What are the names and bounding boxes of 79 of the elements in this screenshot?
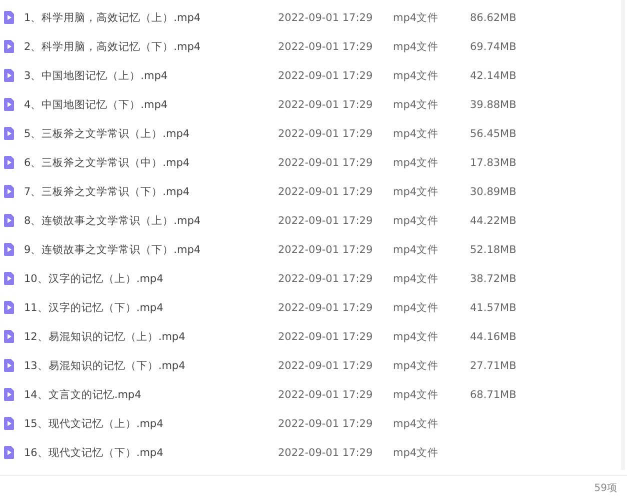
item-count: 59项 — [594, 482, 617, 495]
modified-date: 2022-09-01 17:29 — [278, 330, 374, 342]
file-type: mp4文件 — [393, 156, 440, 170]
video-file-icon — [4, 446, 14, 459]
modified-date: 2022-09-01 17:29 — [278, 302, 374, 314]
file-type: mp4文件 — [393, 358, 440, 372]
modified-date: 2022-09-01 17:29 — [278, 418, 374, 430]
file-size: 42.14MB — [470, 70, 516, 82]
video-file-icon — [4, 69, 14, 82]
file-size: 69.74MB — [470, 40, 516, 52]
file-size: 39.88MB — [470, 98, 516, 110]
file-type: mp4文件 — [393, 300, 440, 314]
file-size: 68.71MB — [470, 388, 516, 400]
modified-date: 2022-09-01 17:29 — [278, 214, 374, 226]
video-file-icon — [4, 185, 14, 198]
file-type: mp4文件 — [393, 272, 440, 286]
video-file-icon — [4, 359, 14, 372]
video-file-icon — [4, 417, 14, 430]
modified-date: 2022-09-01 17:29 — [278, 128, 374, 140]
file-name[interactable]: 16、现代文记忆（下）.mp4 — [24, 446, 278, 460]
modified-date: 2022-09-01 17:29 — [278, 186, 374, 198]
file-size: 30.89MB — [470, 186, 516, 198]
modified-date: 2022-09-01 17:29 — [278, 388, 374, 400]
file-type: mp4文件 — [393, 68, 440, 82]
file-type: mp4文件 — [393, 214, 440, 228]
video-file-icon — [4, 98, 14, 111]
modified-date: 2022-09-01 17:29 — [278, 360, 374, 372]
file-name[interactable]: 13、易混知识的记忆（下）.mp4 — [24, 358, 278, 372]
file-size: 41.57MB — [470, 302, 516, 314]
modified-date: 2022-09-01 17:29 — [278, 40, 374, 52]
video-file-icon — [4, 40, 14, 53]
file-name[interactable]: 3、中国地图记忆（上）.mp4 — [24, 68, 278, 82]
video-file-icon — [4, 388, 14, 401]
video-file-icon — [4, 214, 14, 227]
video-file-icon — [4, 127, 14, 140]
file-type: mp4文件 — [393, 388, 440, 402]
video-file-icon — [4, 272, 14, 285]
file-type: mp4文件 — [393, 446, 440, 460]
modified-date: 2022-09-01 17:29 — [278, 98, 374, 110]
file-type: mp4文件 — [393, 330, 440, 344]
file-type: mp4文件 — [393, 126, 440, 140]
file-size: 27.71MB — [470, 360, 516, 372]
file-size: 17.83MB — [470, 156, 516, 168]
file-name[interactable]: 14、文言文的记忆.mp4 — [24, 388, 278, 402]
file-name[interactable]: 4、中国地图记忆（下）.mp4 — [24, 98, 278, 112]
file-type: mp4文件 — [393, 184, 440, 198]
modified-date: 2022-09-01 17:29 — [278, 156, 374, 168]
video-file-icon — [4, 330, 14, 343]
file-type: mp4文件 — [393, 242, 440, 256]
file-type: mp4文件 — [393, 10, 440, 24]
video-file-icon — [4, 11, 14, 24]
file-size: 52.18MB — [470, 244, 516, 256]
modified-date: 2022-09-01 17:29 — [278, 244, 374, 256]
modified-date: 2022-09-01 17:29 — [278, 12, 374, 24]
file-name[interactable]: 15、现代文记忆（上）.mp4 — [24, 416, 278, 430]
file-name[interactable]: 1、科学用脑，高效记忆（上）.mp4 — [24, 10, 278, 24]
video-file-icon — [4, 243, 14, 256]
file-size: 44.22MB — [470, 214, 516, 226]
file-size: 44.16MB — [470, 330, 516, 342]
file-size: 56.45MB — [470, 128, 516, 140]
file-name[interactable]: 7、三板斧之文学常识（下）.mp4 — [24, 184, 278, 198]
file-name[interactable]: 5、三板斧之文学常识（上）.mp4 — [24, 126, 278, 140]
file-type: mp4文件 — [393, 40, 440, 54]
file-size: 38.72MB — [470, 272, 516, 284]
modified-date: 2022-09-01 17:29 — [278, 446, 374, 458]
file-name[interactable]: 6、三板斧之文学常识（中）.mp4 — [24, 156, 278, 170]
file-name[interactable]: 2、科学用脑，高效记忆（下）.mp4 — [24, 40, 278, 54]
file-name[interactable]: 12、易混知识的记忆（上）.mp4 — [24, 330, 278, 344]
file-type: mp4文件 — [393, 98, 440, 112]
file-name[interactable]: 11、汉字的记忆（下）.mp4 — [24, 300, 278, 314]
file-name[interactable]: 9、连锁故事之文学常识（下）.mp4 — [24, 242, 278, 256]
file-name[interactable]: 10、汉字的记忆（上）.mp4 — [24, 272, 278, 286]
video-file-icon — [4, 156, 14, 169]
modified-date: 2022-09-01 17:29 — [278, 272, 374, 284]
video-file-icon — [4, 301, 14, 314]
file-type: mp4文件 — [393, 416, 440, 430]
modified-date: 2022-09-01 17:29 — [278, 70, 374, 82]
file-size: 86.62MB — [470, 12, 516, 24]
file-name[interactable]: 8、连锁故事之文学常识（上）.mp4 — [24, 214, 278, 228]
